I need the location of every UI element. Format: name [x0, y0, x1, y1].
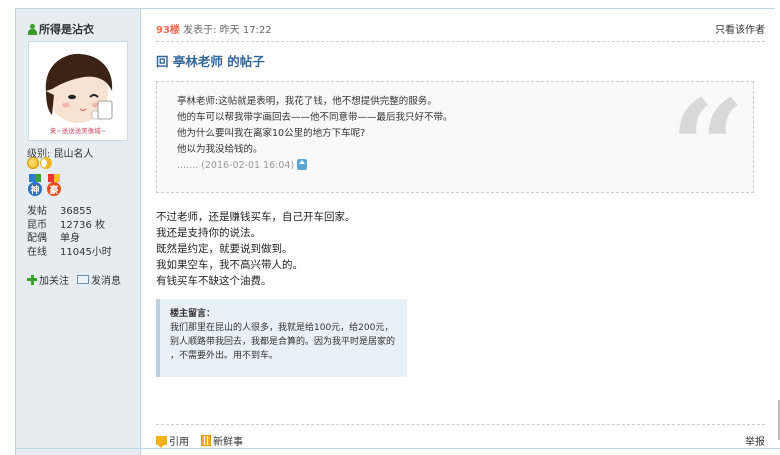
author-name[interactable]: 所得是沾衣 [28, 21, 94, 37]
quote-line: 他的车可以帮我带字画回去——他不同意带——最后我只好不带。 [177, 112, 453, 123]
user-icon [28, 23, 37, 35]
avatar-caption: 来~送送送美像域~ [50, 126, 106, 135]
note-line: ，不需要外出。用不到车。 [170, 351, 279, 361]
medal-rich[interactable]: 豪 [46, 174, 62, 198]
quote-bubble-icon [156, 436, 167, 448]
quote-line: 他为什么要叫我在离家10公里的地方下车呢? [177, 128, 366, 139]
fresh-button[interactable]: 新鲜事 [201, 433, 243, 448]
header-divider [156, 41, 765, 42]
stat-value: 11045小时 [60, 246, 112, 258]
plus-icon [27, 274, 37, 285]
post-frame: 所得是沾衣 来~送送送美像域~ 级别: 昆山名人 神 豪 发帖 36855 昆币… [15, 8, 775, 455]
footer-divider [156, 424, 765, 425]
post-header: 93楼 发表于: 昨天 17:22 只看该作者 [156, 21, 765, 37]
avatar[interactable]: 来~送送送美像域~ [28, 41, 128, 141]
author-actions: 加关注 发消息 [27, 272, 121, 287]
report-link[interactable]: 举报 [745, 433, 765, 448]
stat-key: 在线 [27, 246, 47, 258]
medal-god[interactable]: 神 [27, 174, 43, 198]
stat-key: 昆币 [27, 219, 47, 231]
author-name-text[interactable]: 所得是沾衣 [39, 21, 94, 37]
only-author-link[interactable]: 只看该作者 [715, 21, 765, 36]
quote-block: “ 亭林老师:这帖就是表明，我花了钱，他不想提供完整的服务。 他的车可以帮我带字… [156, 81, 754, 193]
stat-row: 在线 11045小时 [27, 246, 112, 260]
medal-rich-text: 豪 [47, 182, 61, 196]
stat-value: 单身 [60, 233, 80, 244]
owner-note: 楼主留言： 我们那里在昆山的人很多，我就是给100元，给200元， 别人顺路带我… [156, 299, 407, 377]
floor-number[interactable]: 93楼 [156, 25, 180, 36]
body-line: 我如果空车，我不高兴带人的。 [156, 259, 303, 271]
stat-value: 12736 枚 [60, 219, 105, 231]
moon-icon [40, 157, 52, 169]
author-sidebar: 所得是沾衣 来~送送送美像域~ 级别: 昆山名人 神 豪 发帖 36855 昆币… [16, 9, 141, 455]
level-badges [27, 157, 52, 169]
post-footer: 引用 新鲜事 举报 [156, 433, 765, 448]
stat-row: 昆币 12736 枚 [27, 219, 112, 233]
post-body: 不过老师，还是赚钱买车，自己开车回家。 我还是支持你的说法。 既然是约定，就要说… [156, 209, 356, 289]
post-title: 回 亭林老师 的帖子 [156, 54, 265, 69]
message-button[interactable]: 发消息 [77, 272, 121, 287]
stat-value[interactable]: 36855 [60, 205, 92, 219]
post-time: 发表于: 昨天 17:22 [183, 25, 272, 36]
medals: 神 豪 [27, 174, 62, 198]
note-line: 别人顺路带我回去，我都是合算的。因为我平时是居家的 [170, 337, 396, 347]
quote-line: 亭林老师:这帖就是表明，我花了钱，他不想提供完整的服务。 [177, 96, 437, 107]
stat-key: 配偶 [27, 233, 47, 244]
news-icon [201, 435, 211, 446]
message-label: 发消息 [91, 276, 121, 287]
quote-meta: ....... (2016-02-01 16:04) [177, 160, 295, 171]
note-title: 楼主留言： [170, 309, 216, 319]
level-value: 昆山名人 [53, 149, 94, 160]
quote-meta-row: ....... (2016-02-01 16:04) [177, 158, 733, 174]
cite-label: 引用 [169, 437, 189, 448]
jump-to-post-icon[interactable] [297, 159, 308, 170]
stat-row: 发帖 36855 [27, 205, 112, 219]
medal-god-text: 神 [28, 182, 42, 196]
author-stats: 发帖 36855 昆币 12736 枚 配偶 单身 在线 11045小时 [27, 205, 112, 259]
envelope-icon [77, 275, 89, 284]
cite-button[interactable]: 引用 [156, 433, 189, 448]
body-line: 我还是支持你的说法。 [156, 227, 261, 239]
quote-line: 他以为我没给钱的。 [177, 144, 263, 155]
follow-label: 加关注 [39, 276, 69, 287]
sun-icon [27, 157, 39, 169]
post-main: 93楼 发表于: 昨天 17:22 只看该作者 回 亭林老师 的帖子 “ 亭林老… [142, 9, 775, 455]
follow-button[interactable]: 加关注 [27, 272, 69, 287]
body-line: 有钱买车不缺这个油费。 [156, 275, 272, 287]
body-line: 既然是约定，就要说到做到。 [156, 243, 293, 255]
fresh-label: 新鲜事 [213, 437, 243, 448]
stat-row: 配偶 单身 [27, 232, 112, 246]
avatar-image: 来~送送送美像域~ [32, 45, 124, 137]
note-line: 我们那里在昆山的人很多，我就是给100元，给200元， [170, 323, 394, 333]
stat-key: 发帖 [27, 206, 47, 217]
body-line: 不过老师，还是赚钱买车，自己开车回家。 [156, 211, 356, 223]
bottom-border [15, 448, 780, 449]
